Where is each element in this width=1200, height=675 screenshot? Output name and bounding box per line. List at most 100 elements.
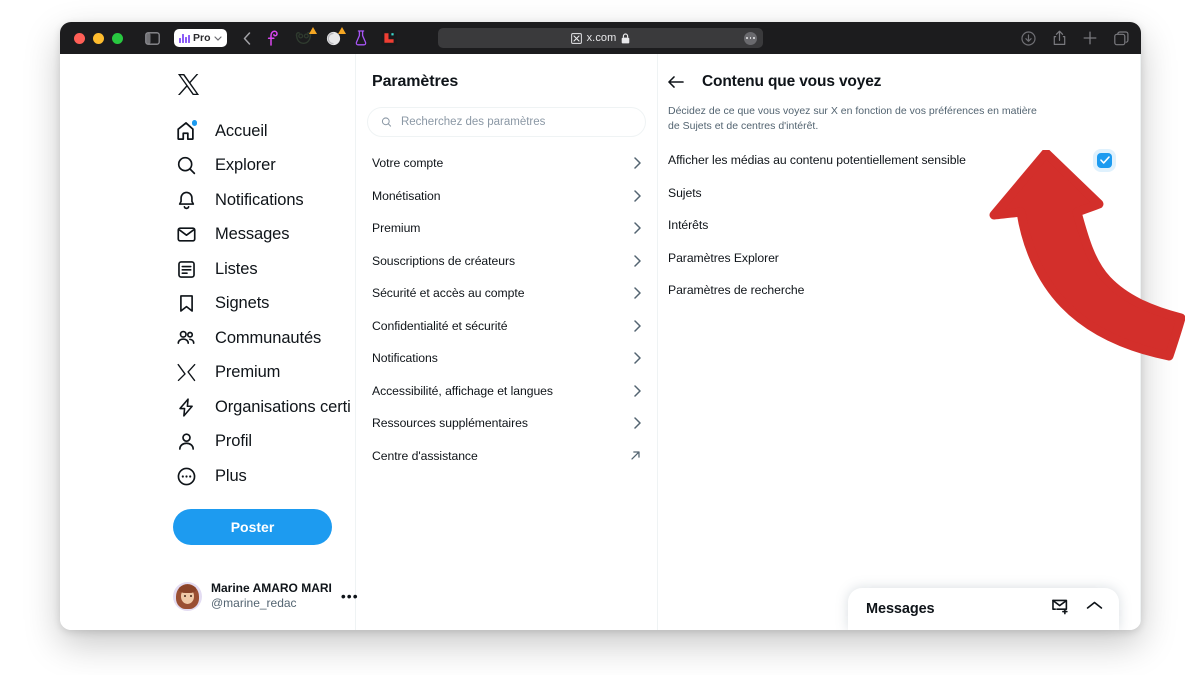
sidebar-item-explorer[interactable]: Explorer — [173, 149, 355, 183]
detail-item-parametres-explorer[interactable]: Paramètres Explorer — [668, 242, 1126, 275]
sidebar-toggle-icon[interactable] — [145, 31, 160, 45]
chart-bars-icon — [179, 33, 190, 43]
maximize-window-button[interactable] — [112, 32, 123, 44]
sidebar-item-label: Plus — [215, 466, 247, 485]
navigation-items: Accueil Explorer Notifications Messages … — [173, 114, 355, 493]
avatar — [173, 581, 202, 611]
chevron-right-icon — [634, 287, 641, 299]
settings-item-premium[interactable]: Premium — [367, 212, 646, 245]
sidebar-item-label: Explorer — [215, 156, 276, 174]
primary-navigation: Accueil Explorer Notifications Messages … — [60, 54, 358, 630]
search-icon — [173, 155, 199, 176]
settings-item-souscriptions-de-createurs[interactable]: Souscriptions de créateurs — [367, 245, 646, 278]
sidebar-item-premium[interactable]: Premium — [173, 356, 355, 390]
chevron-right-icon — [634, 190, 641, 202]
settings-item-label: Confidentialité et sécurité — [372, 318, 508, 333]
close-window-button[interactable] — [74, 32, 85, 44]
x-logo-icon — [570, 32, 582, 44]
sidebar-item-label: Premium — [215, 363, 281, 381]
sidebar-item-accueil[interactable]: Accueil — [173, 114, 355, 148]
post-button[interactable]: Poster — [173, 509, 332, 545]
settings-item-notifications[interactable]: Notifications — [367, 342, 646, 375]
chevron-right-icon — [634, 222, 641, 234]
red-app-extension-icon[interactable] — [380, 30, 397, 46]
settings-list: Votre compte Monétisation Premium Souscr… — [367, 147, 646, 472]
sidebar-item-profil[interactable]: Profil — [173, 425, 355, 459]
settings-item-label: Notifications — [372, 351, 438, 366]
search-input[interactable] — [398, 115, 632, 129]
share-icon[interactable] — [1053, 30, 1066, 46]
chevron-right-icon — [634, 157, 641, 169]
chevron-right-icon — [634, 320, 641, 332]
address-bar-text: x.com — [586, 32, 617, 44]
settings-item-label: Ressources supplémentaires — [372, 416, 528, 431]
browser-toolbar: Pro x.com — [60, 22, 1141, 54]
messages-dock[interactable]: Messages — [848, 588, 1119, 630]
messages-dock-title: Messages — [866, 601, 935, 617]
new-tab-icon[interactable] — [1083, 31, 1097, 45]
browser-back-button[interactable] — [243, 31, 251, 45]
bookmark-icon — [173, 293, 199, 314]
check-icon — [1099, 156, 1110, 164]
arrow-left-icon[interactable] — [668, 75, 684, 89]
minimize-window-button[interactable] — [93, 32, 104, 44]
detail-item-interets[interactable]: Intérêts — [668, 209, 1126, 242]
detail-item-parametres-de-recherche[interactable]: Paramètres de recherche — [668, 274, 1126, 307]
settings-item-securite-et-acces-au-compte[interactable]: Sécurité et accès au compte — [367, 277, 646, 310]
sidebar-item-label: Accueil — [215, 121, 268, 140]
settings-title: Paramètres — [372, 73, 459, 90]
browser-window: Pro x.com Accueil Explorer Notifications… — [60, 22, 1141, 630]
chevron-right-icon — [634, 417, 641, 429]
account-switcher[interactable]: Marine AMARO MARI @marine_redac ••• — [173, 581, 358, 611]
new-message-icon[interactable] — [1052, 598, 1070, 620]
settings-search-box[interactable] — [367, 107, 646, 137]
detail-description: Décidez de ce que vous voyez sur X en fo… — [668, 105, 1037, 132]
sidebar-item-messages[interactable]: Messages — [173, 218, 355, 252]
settings-item-monetisation[interactable]: Monétisation — [367, 180, 646, 213]
sidebar-item-listes[interactable]: Listes — [173, 252, 355, 286]
settings-item-votre-compte[interactable]: Votre compte — [367, 147, 646, 180]
sidebar-item-organisations-certifiees[interactable]: Organisations certi — [173, 390, 355, 424]
sidebar-item-plus[interactable]: Plus — [173, 459, 355, 493]
ghostery-extension-icon[interactable] — [326, 26, 346, 46]
ellipsis-icon[interactable]: ••• — [341, 589, 359, 603]
x-logo-icon[interactable] — [177, 73, 355, 101]
browser-extensions — [267, 26, 397, 46]
detail-list: Afficher les médias au contenu potentiel… — [658, 144, 1126, 307]
account-handle: @marine_redac — [211, 596, 297, 610]
address-bar[interactable]: x.com — [438, 28, 763, 48]
detail-item-label: Sujets — [668, 185, 702, 200]
owl-extension-icon[interactable] — [295, 27, 317, 45]
honey-extension-icon[interactable] — [267, 30, 281, 46]
sidebar-item-label: Messages — [215, 225, 290, 243]
sensitive-media-checkbox[interactable] — [1097, 152, 1112, 168]
sidebar-item-communautes[interactable]: Communautés — [173, 321, 355, 355]
detail-item-label: Paramètres de recherche — [668, 283, 805, 298]
communities-icon — [173, 327, 199, 349]
chevron-right-icon — [634, 352, 641, 364]
settings-item-centre-dassistance[interactable]: Centre d'assistance — [367, 440, 646, 473]
browser-toolbar-actions — [1021, 30, 1129, 46]
sidebar-item-notifications[interactable]: Notifications — [173, 183, 355, 217]
address-bar-menu-button[interactable] — [744, 31, 757, 45]
detail-item-sujets[interactable]: Sujets — [668, 177, 1126, 210]
sidebar-item-signets[interactable]: Signets — [173, 287, 355, 321]
detail-item-label: Intérêts — [668, 218, 709, 233]
pro-badge-button[interactable]: Pro — [174, 29, 227, 47]
person-icon — [173, 431, 199, 452]
settings-item-label: Sécurité et accès au compte — [372, 286, 525, 301]
settings-item-label: Votre compte — [372, 156, 444, 171]
flask-extension-icon[interactable] — [355, 30, 367, 46]
settings-item-ressources-supplementaires[interactable]: Ressources supplémentaires — [367, 407, 646, 440]
sidebar-item-label: Signets — [215, 294, 270, 312]
sensitive-media-row[interactable]: Afficher les médias au contenu potentiel… — [668, 144, 1126, 177]
downloads-icon[interactable] — [1021, 30, 1036, 46]
bell-icon — [173, 190, 199, 211]
settings-item-confidentialite-et-securite[interactable]: Confidentialité et sécurité — [367, 310, 646, 343]
detail-header: Contenu que vous voyez — [658, 73, 1126, 91]
settings-item-accessibilite-affichage-et-langues[interactable]: Accessibilité, affichage et langues — [367, 375, 646, 408]
detail-item-label: Paramètres Explorer — [668, 250, 779, 265]
chevron-up-icon[interactable] — [1086, 600, 1103, 618]
settings-item-label: Accessibilité, affichage et langues — [372, 383, 553, 398]
tab-overview-icon[interactable] — [1114, 30, 1129, 46]
